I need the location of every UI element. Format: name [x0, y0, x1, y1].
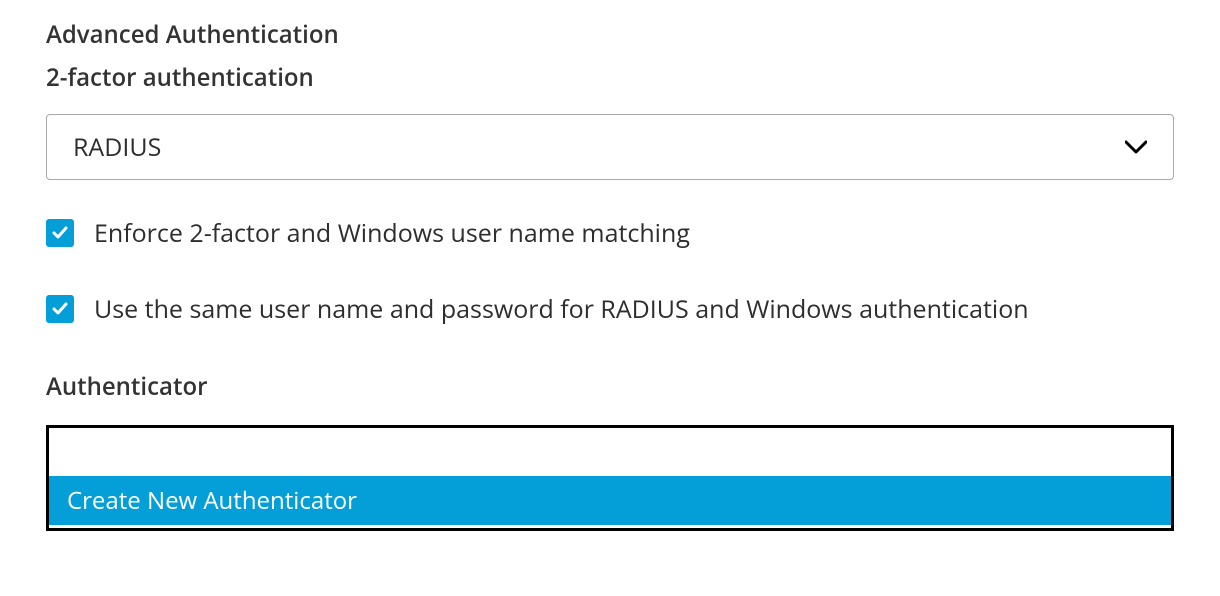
authenticator-option-create-new[interactable]: Create New Authenticator [49, 476, 1171, 525]
checkmark-icon [52, 226, 68, 240]
authenticator-select[interactable]: Create New Authenticator [46, 425, 1174, 531]
chevron-down-icon [1125, 136, 1147, 158]
enforce-matching-row: Enforce 2-factor and Windows user name m… [46, 216, 1174, 250]
advanced-authentication-heading: Advanced Authentication [46, 18, 1174, 51]
enforce-matching-label: Enforce 2-factor and Windows user name m… [94, 216, 690, 250]
two-factor-select-wrapper: RADIUS [46, 114, 1174, 180]
same-credentials-checkbox[interactable] [46, 295, 74, 323]
two-factor-select[interactable]: RADIUS [46, 114, 1174, 180]
same-credentials-row: Use the same user name and password for … [46, 292, 1174, 326]
authenticator-heading: Authenticator [46, 370, 1174, 403]
checkmark-icon [52, 302, 68, 316]
enforce-matching-checkbox[interactable] [46, 219, 74, 247]
two-factor-select-value: RADIUS [73, 130, 161, 164]
two-factor-authentication-heading: 2-factor authentication [46, 61, 1174, 94]
same-credentials-label: Use the same user name and password for … [94, 292, 1029, 326]
